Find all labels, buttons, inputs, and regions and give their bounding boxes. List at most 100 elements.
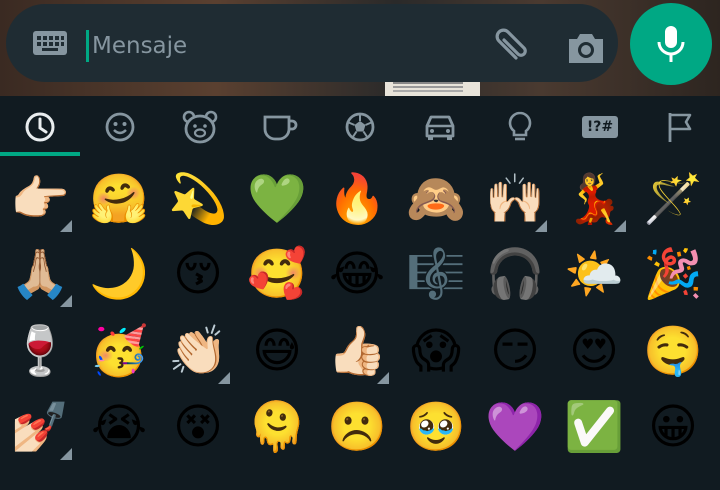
keyboard-icon[interactable]	[32, 28, 68, 58]
emoji-grid: 👉🏻 🤗 💫 💚 🔥 🙈 🙌🏻 💃 🪄 🙏🏼 🌙 😚 🥰 😂 🎼 🎧 🌤️ 🎉 🍷 🥳 👏🏻 😅 👍🏻 😱 😏 😍 🤤 💅🏻 😭 😵 🫠 ☹️…	[0, 158, 720, 490]
emoji-key[interactable]: 🪄	[633, 158, 713, 240]
tab-travel[interactable]	[417, 104, 463, 150]
emoji-glyph: 🪄	[643, 171, 703, 227]
emoji-glyph: 🥳	[89, 323, 149, 379]
emoji-key[interactable]: 🫠	[237, 386, 317, 468]
emoji-key[interactable]: 🎉	[633, 233, 713, 315]
emoji-glyph: 👍🏻	[327, 323, 387, 379]
emoji-key[interactable]: 😅	[237, 310, 317, 392]
emoji-key[interactable]: 🔥	[317, 158, 397, 240]
emoji-key[interactable]: 🍷	[0, 310, 80, 392]
emoji-key[interactable]: 🥳	[79, 310, 159, 392]
emoji-glyph: 🌤️	[564, 246, 624, 302]
emoji-glyph: 😂	[328, 246, 386, 302]
emoji-key[interactable]: 🙌🏻	[475, 158, 555, 240]
car-icon	[425, 115, 455, 140]
emoji-glyph: 🎉	[643, 246, 703, 302]
emoji-key[interactable]: 👍🏻	[317, 310, 397, 392]
emoji-key[interactable]: 👉🏻	[0, 158, 80, 240]
emoji-key[interactable]: 😱	[396, 310, 476, 392]
emoji-key[interactable]: 🎼	[396, 233, 476, 315]
skin-tone-indicator	[60, 220, 72, 232]
emoji-key[interactable]: 👏🏻	[158, 310, 238, 392]
emoji-key[interactable]: 🙈	[396, 158, 476, 240]
emoji-glyph: 👉🏻	[10, 171, 70, 227]
emoji-key[interactable]: 🎧	[475, 233, 555, 315]
emoji-key[interactable]: 🙏🏼	[0, 233, 80, 315]
emoji-glyph: 😵	[172, 399, 224, 455]
emoji-key[interactable]: 💜	[475, 386, 555, 468]
tab-animals[interactable]	[177, 104, 223, 150]
emoji-glyph: 💜	[485, 399, 545, 455]
emoji-key[interactable]: 🤤	[633, 310, 713, 392]
emoji-glyph: 😏	[489, 323, 541, 379]
message-input-bar[interactable]: Mensaje	[6, 4, 618, 82]
emoji-key[interactable]: 🥰	[237, 233, 317, 315]
bear-icon	[182, 110, 218, 144]
emoji-glyph: 🙈	[406, 171, 466, 227]
flag-icon	[668, 113, 692, 142]
emoji-glyph: 😚	[172, 246, 224, 302]
emoji-glyph: 💚	[247, 171, 307, 227]
emoji-key[interactable]: 💫	[158, 158, 238, 240]
emoji-glyph: 💃	[564, 171, 624, 227]
emoji-glyph: 🙏🏼	[10, 246, 70, 302]
tab-objects[interactable]	[497, 104, 543, 150]
cup-icon	[263, 115, 298, 141]
lightbulb-icon	[508, 111, 532, 141]
emoji-glyph: 💫	[168, 171, 228, 227]
emoji-key[interactable]: 😭	[79, 386, 159, 468]
skin-tone-indicator	[60, 448, 72, 460]
emoji-key[interactable]: ✅	[554, 386, 634, 468]
active-tab-indicator	[0, 152, 80, 156]
tab-food[interactable]	[257, 104, 303, 150]
emoji-key[interactable]: 💃	[554, 158, 634, 240]
emoji-glyph: 🥰	[247, 246, 307, 302]
emoji-key[interactable]: 🌤️	[554, 233, 634, 315]
emoji-key[interactable]: ☹️	[317, 386, 397, 468]
smiley-icon	[105, 112, 135, 142]
emoji-glyph: 🌙	[89, 246, 149, 302]
emoji-key[interactable]: 💅🏻	[0, 386, 80, 468]
emoji-glyph: 🙌🏻	[485, 171, 545, 227]
camera-icon[interactable]	[566, 30, 606, 66]
emoji-key[interactable]: 🌙	[79, 233, 159, 315]
tab-recent[interactable]	[17, 104, 63, 150]
emoji-category-bar: !?#	[0, 96, 720, 158]
clock-icon	[25, 112, 55, 142]
emoji-key[interactable]: 😍	[554, 310, 634, 392]
tab-symbols[interactable]: !?#	[577, 104, 623, 150]
text-cursor	[86, 30, 89, 62]
emoji-glyph: 😀	[647, 399, 699, 455]
skin-tone-indicator	[614, 220, 626, 232]
emoji-key[interactable]: 🤗	[79, 158, 159, 240]
emoji-key[interactable]: 😏	[475, 310, 555, 392]
emoji-key[interactable]: 😂	[317, 233, 397, 315]
emoji-key[interactable]: 😵	[158, 386, 238, 468]
emoji-glyph: 😅	[251, 323, 303, 379]
tab-activities[interactable]	[337, 104, 383, 150]
tab-smileys[interactable]	[97, 104, 143, 150]
emoji-glyph: 🤗	[89, 171, 149, 227]
emoji-key[interactable]: 😚	[158, 233, 238, 315]
skin-tone-indicator	[377, 372, 389, 384]
tab-flags[interactable]	[657, 104, 703, 150]
emoji-key[interactable]: 💚	[237, 158, 317, 240]
emoji-glyph: ✅	[564, 399, 624, 455]
emoji-glyph: 🎧	[485, 246, 545, 302]
symbols-icon: !?#	[581, 116, 619, 138]
voice-record-button[interactable]	[630, 3, 712, 85]
emoji-glyph: 🤤	[643, 323, 703, 379]
microphone-icon	[657, 26, 685, 62]
message-input-placeholder[interactable]: Mensaje	[92, 30, 187, 62]
emoji-glyph: 🫠	[247, 399, 307, 455]
skin-tone-indicator	[218, 372, 230, 384]
emoji-glyph: 😭	[90, 399, 148, 455]
emoji-key[interactable]: 😀	[633, 386, 713, 468]
emoji-key[interactable]: 🥹	[396, 386, 476, 468]
paperclip-icon[interactable]	[486, 28, 530, 68]
emoji-glyph: 😍	[568, 323, 620, 379]
skin-tone-indicator	[535, 220, 547, 232]
emoji-glyph: 👏🏻	[168, 323, 228, 379]
emoji-glyph: 🥹	[406, 399, 466, 455]
